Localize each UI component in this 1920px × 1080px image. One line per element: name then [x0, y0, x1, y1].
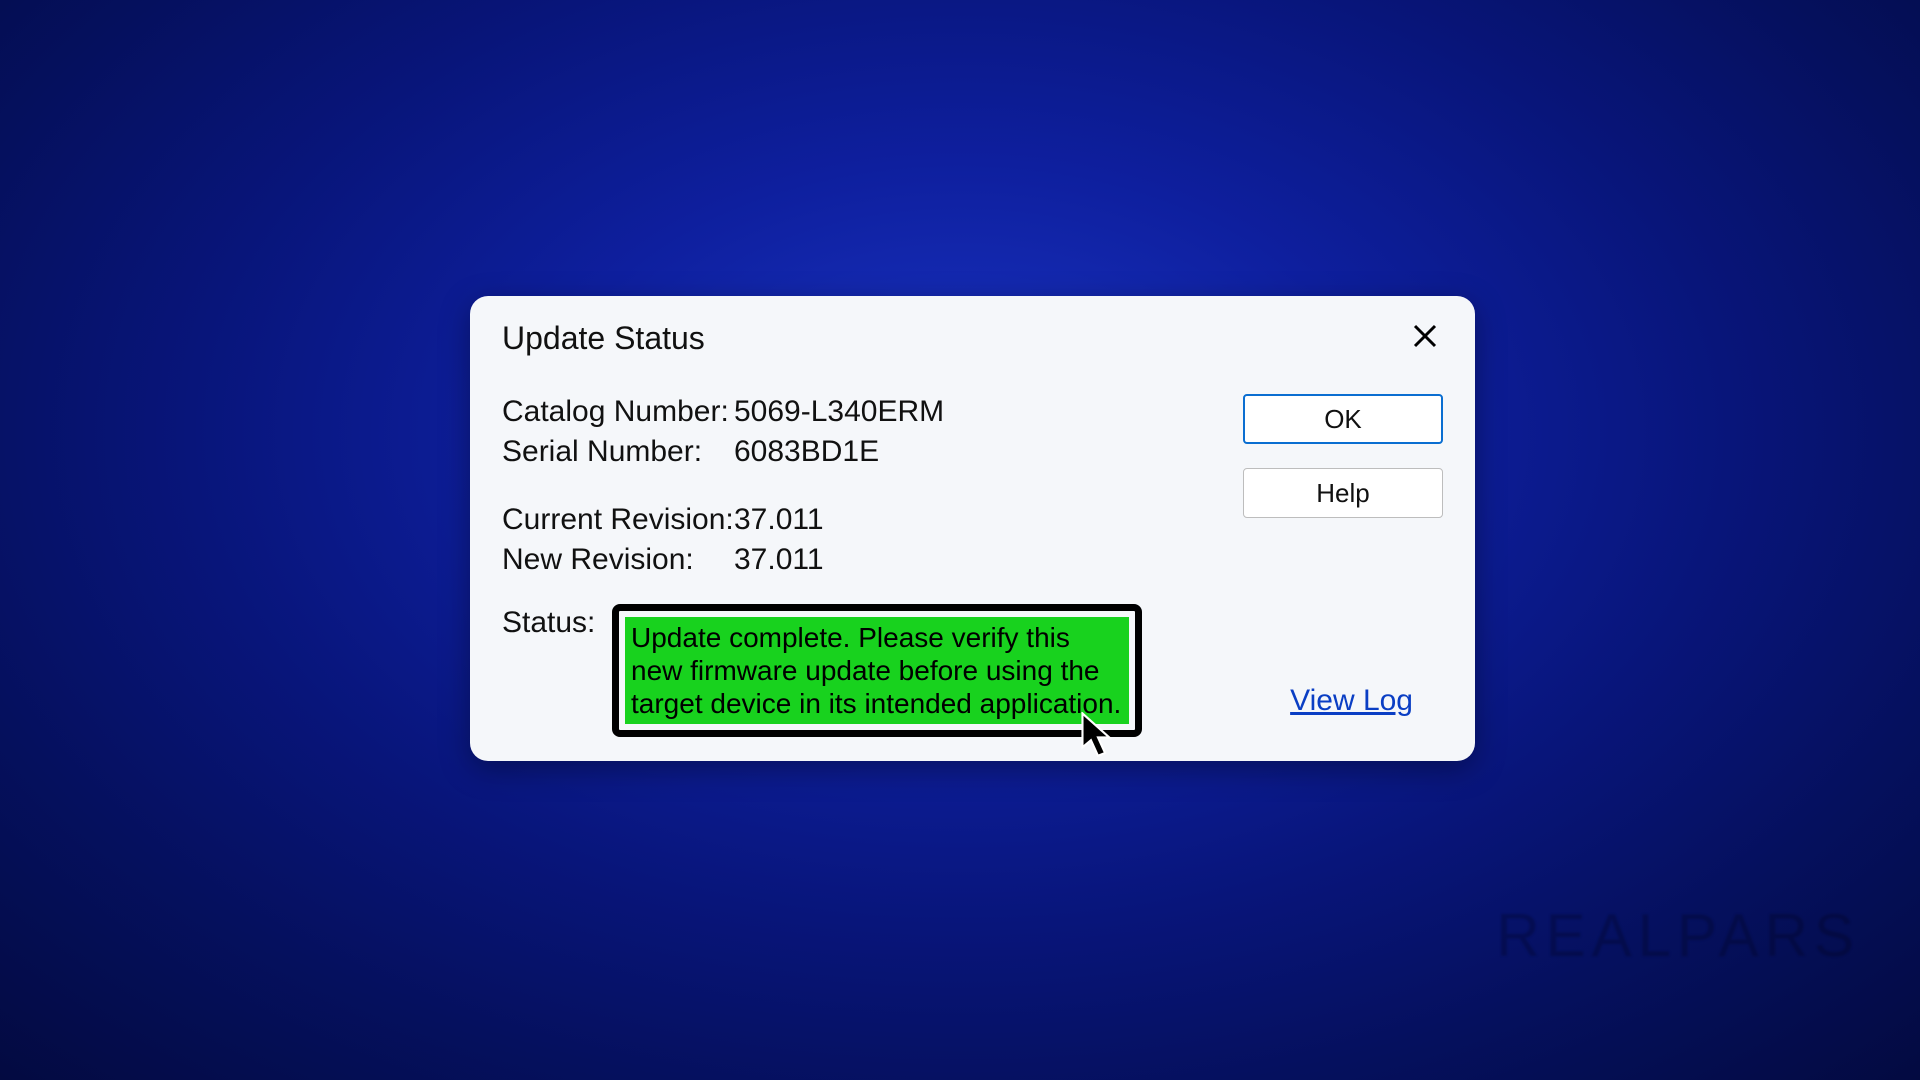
catalog-number-label: Catalog Number: — [502, 394, 734, 430]
status-label: Status: — [502, 604, 592, 640]
view-log-link[interactable]: View Log — [1290, 684, 1413, 718]
status-row: Status: Update complete. Please verify t… — [502, 604, 1142, 737]
watermark-text: REALPARS — [1496, 901, 1860, 970]
dialog-titlebar: Update Status — [470, 296, 1475, 376]
status-message: Update complete. Please verify this new … — [625, 617, 1129, 724]
help-button[interactable]: Help — [1243, 468, 1443, 518]
update-status-dialog: Update Status Catalog Number: 5069-L340E… — [470, 296, 1475, 761]
current-revision-label: Current Revision: — [502, 502, 734, 538]
desktop-background: REALPARS Update Status Catalog Number: 5… — [0, 0, 1920, 1080]
dialog-title: Update Status — [502, 320, 705, 357]
status-highlight-box: Update complete. Please verify this new … — [612, 604, 1142, 737]
close-button[interactable] — [1403, 314, 1447, 358]
close-icon — [1412, 323, 1438, 349]
ok-button[interactable]: OK — [1243, 394, 1443, 444]
new-revision-label: New Revision: — [502, 542, 734, 578]
dialog-body: Catalog Number: 5069-L340ERM Serial Numb… — [502, 394, 1443, 741]
dialog-button-column: OK Help — [1243, 394, 1443, 542]
new-revision-value: 37.011 — [734, 542, 1443, 578]
serial-number-label: Serial Number: — [502, 434, 734, 470]
